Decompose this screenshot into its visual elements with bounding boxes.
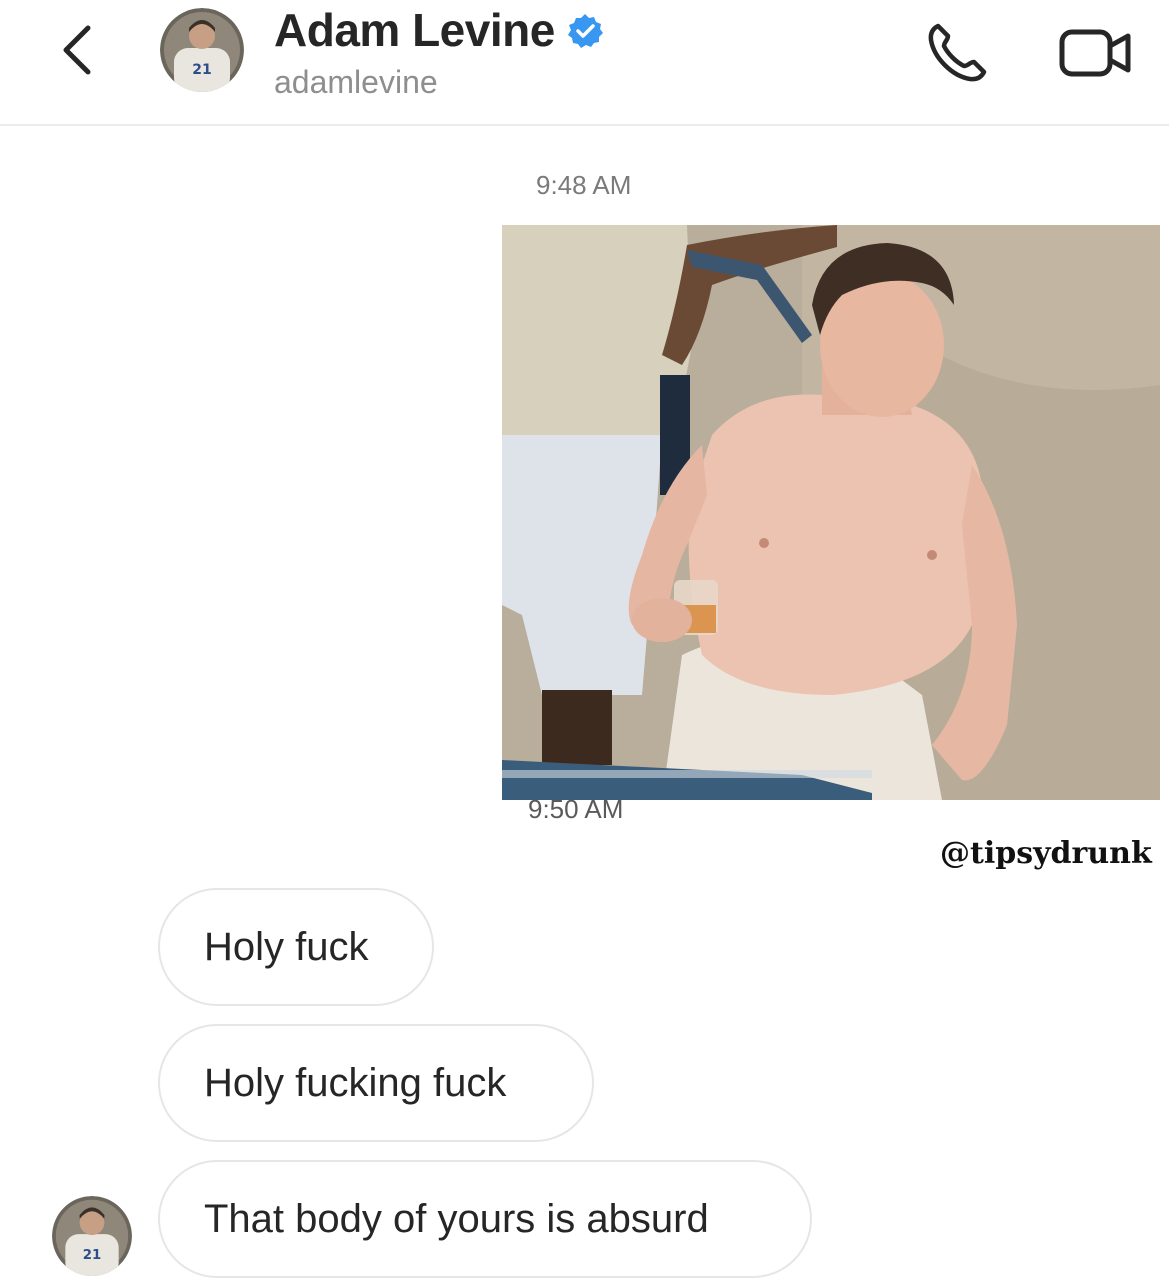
back-button[interactable] [52, 20, 102, 80]
message-text: Holy fuck [204, 924, 369, 969]
dm-conversation-screen: 21 Adam Levine adamlevine 9:48 AM 9:50 A… [0, 0, 1169, 1284]
contact-username: adamlevine [274, 64, 438, 100]
chevron-left-icon [63, 25, 91, 75]
received-message-bubble[interactable]: That body of yours is absurd [158, 1160, 812, 1278]
video-camera-icon [1059, 29, 1131, 77]
received-message-bubble[interactable]: Holy fuck [158, 888, 434, 1006]
message-timestamp: 9:48 AM [536, 170, 632, 200]
message-timestamp: 9:50 AM [528, 794, 624, 824]
contact-avatar[interactable]: 21 [160, 8, 244, 92]
video-call-button[interactable] [1058, 22, 1134, 84]
phone-icon [928, 23, 987, 82]
svg-text:21: 21 [192, 62, 211, 78]
watermark-text: @tipsydrunk [940, 836, 1152, 871]
chat-header: 21 Adam Levine adamlevine [0, 0, 1169, 126]
message-text: That body of yours is absurd [204, 1196, 709, 1241]
message-text: Holy fucking fuck [204, 1060, 507, 1105]
contact-name[interactable]: Adam Levine [274, 2, 555, 58]
call-button[interactable] [922, 18, 992, 88]
sender-avatar[interactable]: 21 [52, 1196, 132, 1276]
svg-text:21: 21 [83, 1248, 102, 1263]
received-message-bubble[interactable]: Holy fucking fuck [158, 1024, 594, 1142]
verified-badge-icon [566, 12, 604, 50]
sent-photo-message[interactable] [502, 225, 1160, 800]
